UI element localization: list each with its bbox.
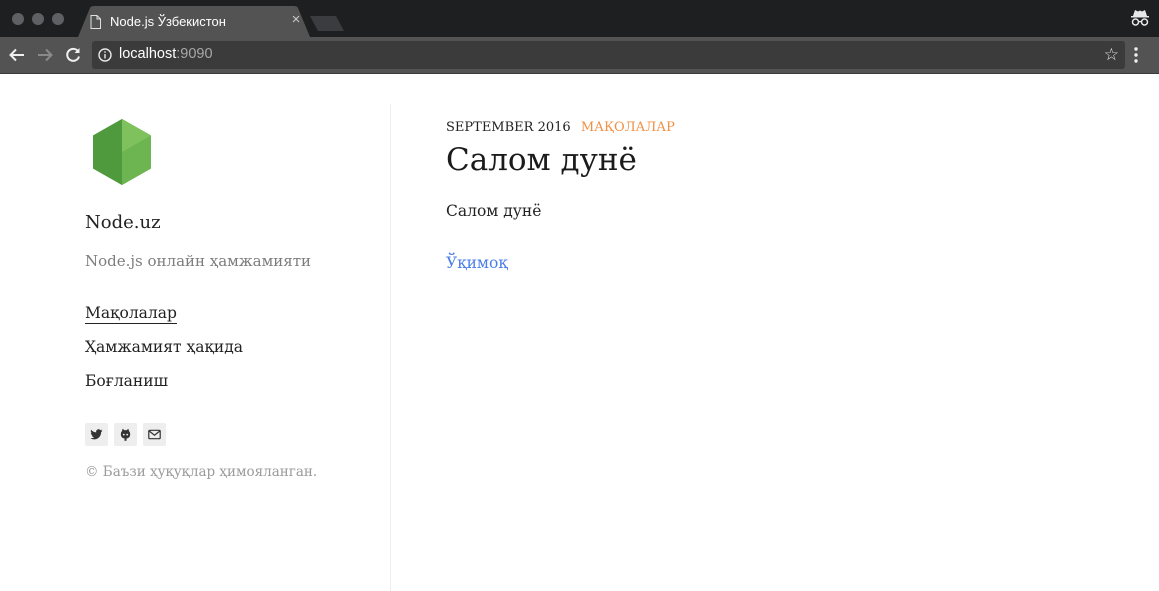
nav-item-contact[interactable]: Боғланиш <box>85 372 168 390</box>
site-title[interactable]: Node.uz <box>85 212 161 233</box>
back-arrow-icon[interactable] <box>8 46 26 64</box>
post-excerpt: Салом дунё <box>446 202 542 220</box>
nav-item-about[interactable]: Ҳамжамият ҳақида <box>85 338 243 356</box>
post-meta: SEPTEMBER 2016 МАҚОЛАЛАР <box>446 120 675 135</box>
github-link[interactable] <box>114 423 137 446</box>
twitter-link[interactable] <box>85 423 108 446</box>
window-zoom-dot[interactable] <box>52 13 64 25</box>
incognito-icon <box>1131 10 1149 26</box>
read-more-link[interactable]: Ўқимоқ <box>446 254 508 272</box>
post-category-link[interactable]: МАҚОЛАЛАР <box>581 120 675 135</box>
browser-tab-active[interactable]: Node.js Ўзбекистон × <box>78 6 310 37</box>
page-icon <box>90 15 101 29</box>
url-host: localhost <box>119 46 177 62</box>
email-icon <box>148 429 161 440</box>
info-icon[interactable] <box>98 48 112 62</box>
url-port: :9090 <box>176 46 213 62</box>
url-text[interactable]: localhost:9090 <box>119 46 213 62</box>
address-bar[interactable]: localhost:9090 ☆ <box>92 41 1125 69</box>
site-tagline: Node.js онлайн ҳамжамияти <box>85 252 312 270</box>
close-icon[interactable]: × <box>288 11 304 28</box>
sidebar-divider <box>390 104 391 591</box>
copyright-text: © Баъзи ҳуқуқлар ҳимояланган. <box>85 464 318 480</box>
browser-toolbar: localhost:9090 ☆ <box>0 37 1159 74</box>
new-tab-button[interactable] <box>310 16 344 31</box>
browser-tab-bar: Node.js Ўзбекистон × <box>0 0 1159 37</box>
window-minimize-dot[interactable] <box>32 13 44 25</box>
forward-arrow-icon[interactable] <box>36 46 54 64</box>
post-date: SEPTEMBER 2016 <box>446 120 571 135</box>
nodejs-logo-icon[interactable] <box>92 118 152 186</box>
post-title[interactable]: Салом дунё <box>446 142 637 178</box>
reload-icon[interactable] <box>64 46 82 64</box>
menu-dots-icon[interactable] <box>1134 47 1138 63</box>
github-icon <box>120 428 131 441</box>
sidebar <box>0 74 390 591</box>
email-link[interactable] <box>143 423 166 446</box>
star-icon[interactable]: ☆ <box>1104 45 1119 65</box>
nav-item-articles[interactable]: Мақолалар <box>85 304 177 324</box>
twitter-icon <box>90 429 103 440</box>
window-close-dot[interactable] <box>12 13 24 25</box>
tab-title: Node.js Ўзбекистон <box>110 14 226 29</box>
